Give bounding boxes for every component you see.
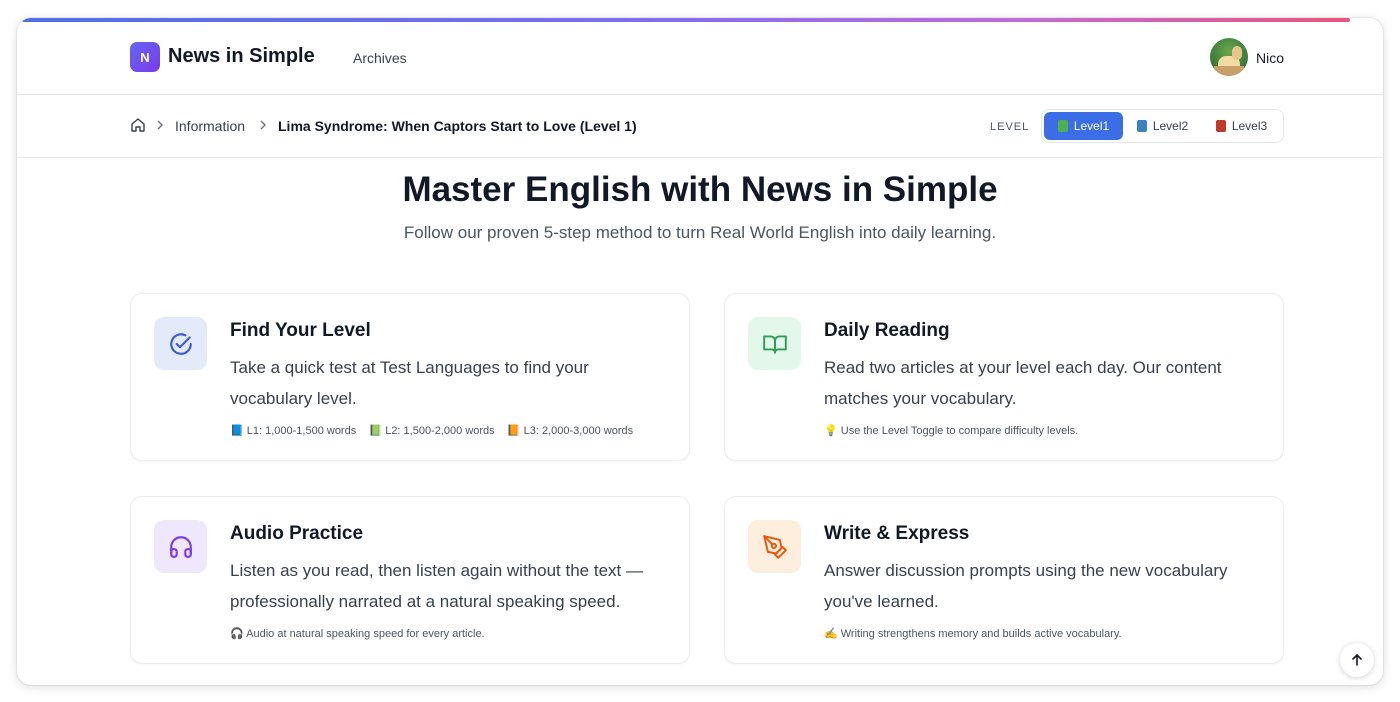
step-card-audio-practice: Audio Practice Listen as you read, then … bbox=[130, 496, 690, 664]
level-label: LEVEL bbox=[990, 121, 1030, 133]
card-title: Daily Reading bbox=[824, 320, 950, 341]
card-description: Answer discussion prompts using the new … bbox=[824, 561, 1228, 611]
level-option-2[interactable]: Level2 bbox=[1123, 112, 1202, 140]
logo-icon[interactable]: N bbox=[130, 42, 160, 72]
page-subtitle: Follow our proven 5-step method to turn … bbox=[403, 223, 997, 242]
card-description: Listen as you read, then listen again wi… bbox=[230, 561, 643, 611]
brand-name[interactable]: News in Simple bbox=[168, 45, 315, 68]
level-option-1[interactable]: Level1 bbox=[1044, 112, 1123, 140]
card-note: 💡 Use the Level Toggle to compare diffic… bbox=[824, 425, 1079, 437]
breadcrumb-bar: Information Lima Syndrome: When Captors … bbox=[17, 96, 1383, 158]
card-description: Take a quick test at Test Languages to f… bbox=[230, 358, 589, 408]
arrow-up-icon bbox=[1352, 653, 1362, 666]
nav-link-archives[interactable]: Archives bbox=[353, 50, 407, 66]
chevron-right-icon bbox=[260, 120, 266, 130]
user-name[interactable]: Nico bbox=[1256, 50, 1284, 66]
open-book-icon bbox=[748, 317, 801, 370]
step-card-find-level: Find Your Level Take a quick test at Tes… bbox=[130, 293, 690, 461]
card-title: Audio Practice bbox=[230, 523, 364, 544]
card-note: 🎧 Audio at natural speaking speed for ev… bbox=[230, 628, 485, 640]
blue-book-icon bbox=[1136, 120, 1147, 132]
page-title: Master English with News in Simple bbox=[402, 170, 998, 209]
step-card-daily-reading: Daily Reading Read two articles at your … bbox=[724, 293, 1284, 461]
home-icon[interactable] bbox=[130, 117, 146, 133]
scroll-to-top-button[interactable] bbox=[1340, 643, 1374, 677]
red-book-icon bbox=[1215, 120, 1226, 132]
card-note: 📘 L1: 1,000-1,500 words 📗 L2: 1,500-2,00… bbox=[230, 425, 634, 437]
card-title: Find Your Level bbox=[230, 320, 371, 341]
breadcrumb-information[interactable]: Information bbox=[175, 118, 245, 134]
card-description: Read two articles at your level each day… bbox=[824, 358, 1222, 408]
headphones-icon bbox=[154, 520, 207, 573]
breadcrumb-current-article: Lima Syndrome: When Captors Start to Lov… bbox=[278, 118, 637, 134]
card-note: ✍️ Writing strengthens memory and builds… bbox=[824, 628, 1122, 640]
card-title: Write & Express bbox=[824, 523, 970, 544]
pen-nib-icon bbox=[748, 520, 801, 573]
check-circle-icon bbox=[154, 317, 207, 370]
level-option-3[interactable]: Level3 bbox=[1202, 112, 1281, 140]
user-avatar[interactable] bbox=[1210, 38, 1248, 76]
site-header: N News in Simple Archives Nico bbox=[17, 22, 1383, 95]
green-book-icon bbox=[1057, 120, 1068, 132]
level-toggle: Level1 Level2 Level3 bbox=[1041, 109, 1284, 143]
chevron-right-icon bbox=[157, 120, 163, 130]
step-card-write-express: Write & Express Answer discussion prompt… bbox=[724, 496, 1284, 664]
browser-window: N News in Simple Archives Nico Informati… bbox=[17, 18, 1383, 685]
